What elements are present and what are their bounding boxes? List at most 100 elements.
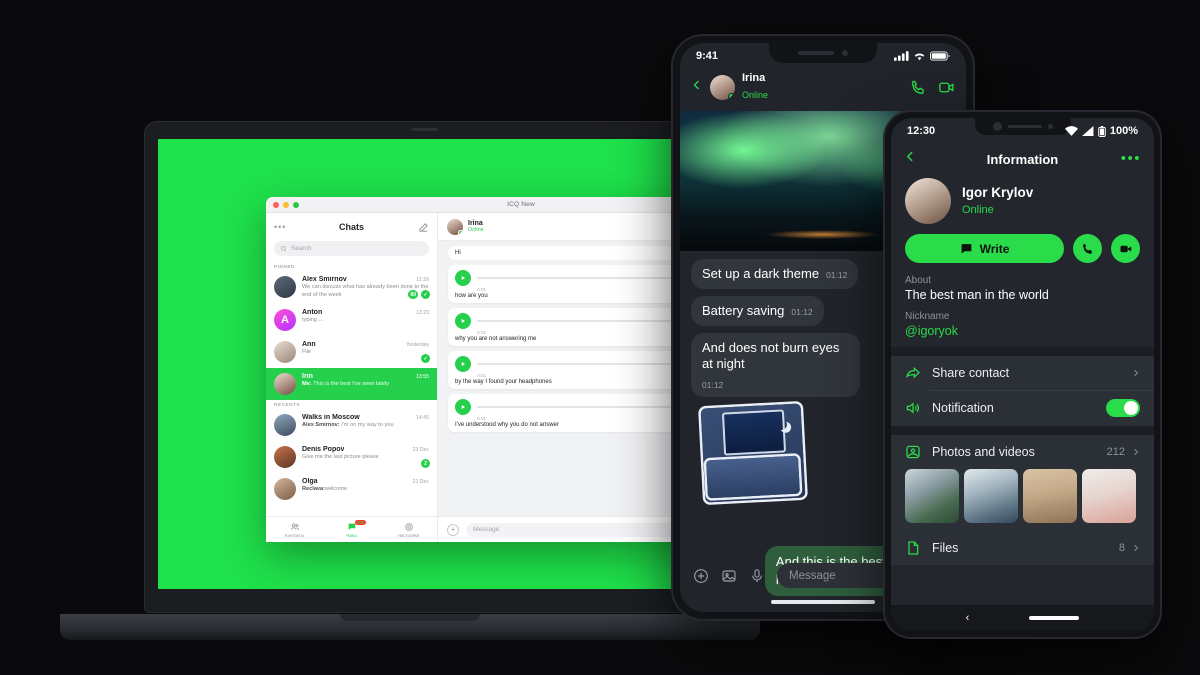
laptop-base [60,614,760,640]
message-time: 01:12 [826,269,848,280]
phone-right-device: 12:30 100% Information ••• Igor Krylov O… [885,112,1160,637]
android-back-icon[interactable]: ‹ [966,612,970,624]
share-arrow-icon [905,366,920,379]
laptop-device: ICQ New ••• Chats Search PINNED Alex Smi… [60,122,760,640]
media-thumbnail[interactable] [905,469,959,523]
avatar[interactable] [710,74,735,100]
avatar[interactable] [447,218,463,235]
share-contact-row[interactable]: Share contact [891,356,1154,390]
chat-time: 13:23 [416,310,429,317]
search-icon [280,245,287,252]
home-indicator[interactable] [771,600,875,604]
share-contact-label: Share contact [932,366,1010,380]
chat-time: Yesterday [406,342,429,349]
waveform[interactable] [477,277,705,279]
avatar[interactable] [905,178,951,224]
waveform[interactable] [477,406,705,408]
chat-preview-prefix: Reclava: [302,486,326,493]
about-value: The best man in the world [905,288,1049,302]
nav-chats[interactable]: 105 Чаты [323,519,380,538]
play-icon[interactable] [455,356,471,372]
chat-time: 23 Dec [412,447,429,454]
voice-message[interactable]: 0:01 by the way I found your headphones1… [448,351,705,389]
nav-settings[interactable]: Настройки [380,522,437,538]
list-item[interactable]: Ann Yesterday File ✓ [266,336,437,368]
nav-contacts[interactable]: Контакты [266,522,323,538]
laptop-screen: ICQ New ••• Chats Search PINNED Alex Smi… [158,139,705,589]
voice-message[interactable]: 0:01 how are you15:29 [448,265,705,303]
back-button[interactable] [691,78,703,96]
notification-toggle[interactable] [1106,399,1140,417]
chevron-left-icon [693,80,699,90]
chat-badges: ✓ [421,354,430,364]
chat-header: Irina Online [680,69,966,111]
sleeping-bear-night-sticker[interactable] [700,403,806,503]
phone-icon[interactable] [910,79,927,96]
list-item[interactable]: A Anton 13:23 typing ... [266,304,437,336]
android-home-pill[interactable] [1029,616,1080,620]
search-placeholder: Search [291,245,312,252]
voice-duration: 0:01 [477,416,486,421]
chat-list[interactable]: PINNED Alex Smirnov 11:29 We can discuss… [266,262,437,516]
conversation-panel: Irina Online Hi 15:28 [438,213,705,542]
status-indicators [894,51,950,61]
chat-preview: typing ... [302,317,324,324]
avatar [274,414,296,437]
media-thumbnail[interactable] [1023,469,1077,523]
nickname-value[interactable]: @igoryok [905,324,1140,338]
waveform[interactable] [477,320,705,322]
search-input[interactable]: Search [274,241,429,256]
message-input[interactable]: Message [466,522,705,537]
files-row[interactable]: Files 8 [891,531,1154,565]
message-body: Hi [455,250,461,256]
status-badge: ✓ [421,290,430,300]
voice-message[interactable]: 0:01 why you are not answering me15:31 [448,308,705,346]
list-item[interactable]: Denis Popov 23 Dec Give me the last pict… [266,441,437,473]
media-thumbnail[interactable] [964,469,1018,523]
about-field: About The best man in the world [891,275,1154,311]
laptop-camera [412,128,438,131]
screenshot-stage: ICQ New ••• Chats Search PINNED Alex Smi… [0,0,1200,675]
unread-badge: 2 [421,459,430,469]
photos-videos-row[interactable]: Photos and videos 212 [891,435,1154,469]
play-icon[interactable] [455,399,471,415]
section-label-recents: RECENTS [274,402,301,408]
app-body: ••• Chats Search PINNED Alex Smirnov 11:… [266,213,705,542]
list-item[interactable]: Olga 21 Dec Reclava:welcome [266,473,437,505]
media-section: Photos and videos 212 Files 8 [891,435,1154,565]
call-button[interactable] [1073,234,1102,263]
notification-row[interactable]: Notification [891,390,1154,426]
header-actions [910,79,955,96]
play-icon[interactable] [455,270,471,286]
cellular-icon [1081,126,1094,136]
message-bubble-incoming: Battery saving 01:12 [691,295,824,327]
list-item[interactable]: Alex Smirnov 11:29 We can discuss what h… [266,271,437,304]
play-icon[interactable] [455,313,471,329]
video-call-button[interactable] [1111,234,1140,263]
write-button[interactable]: Write [905,234,1064,263]
list-item[interactable]: Walks in Moscow 14:45 Alex Smirnov: I'm … [266,409,437,441]
more-horizontal-icon[interactable]: ••• [1121,151,1141,166]
avatar [274,373,296,396]
phone-icon [1082,243,1092,254]
media-thumbnail[interactable] [1082,469,1136,523]
media-thumbnails[interactable] [891,469,1154,531]
sidebar-bottom-nav[interactable]: Контакты 105 Чаты Настройки [266,516,437,542]
avatar [274,276,296,298]
chat-time: 14:45 [416,415,429,422]
message-input-placeholder: Message [789,569,836,582]
profile-status: Online [962,203,994,216]
photo-icon[interactable] [721,568,737,584]
voice-message[interactable]: 0:01 I've understood why you do not answ… [448,394,705,432]
microphone-icon[interactable] [749,568,765,584]
laptop-lid: ICQ New ••• Chats Search PINNED Alex Smi… [60,122,760,640]
message-time: 01:12 [791,306,813,317]
waveform[interactable] [477,363,705,365]
plus-circle-icon[interactable] [693,568,709,584]
video-camera-icon[interactable] [938,79,955,96]
list-item-selected[interactable]: Irin 13:55 Me: This is the best I've see… [266,368,437,401]
message-time: 01:12 [702,379,724,390]
chat-time: 11:29 [416,277,429,283]
sidebar-header: ••• Chats [266,213,437,241]
plus-circle-icon[interactable]: + [447,523,459,536]
